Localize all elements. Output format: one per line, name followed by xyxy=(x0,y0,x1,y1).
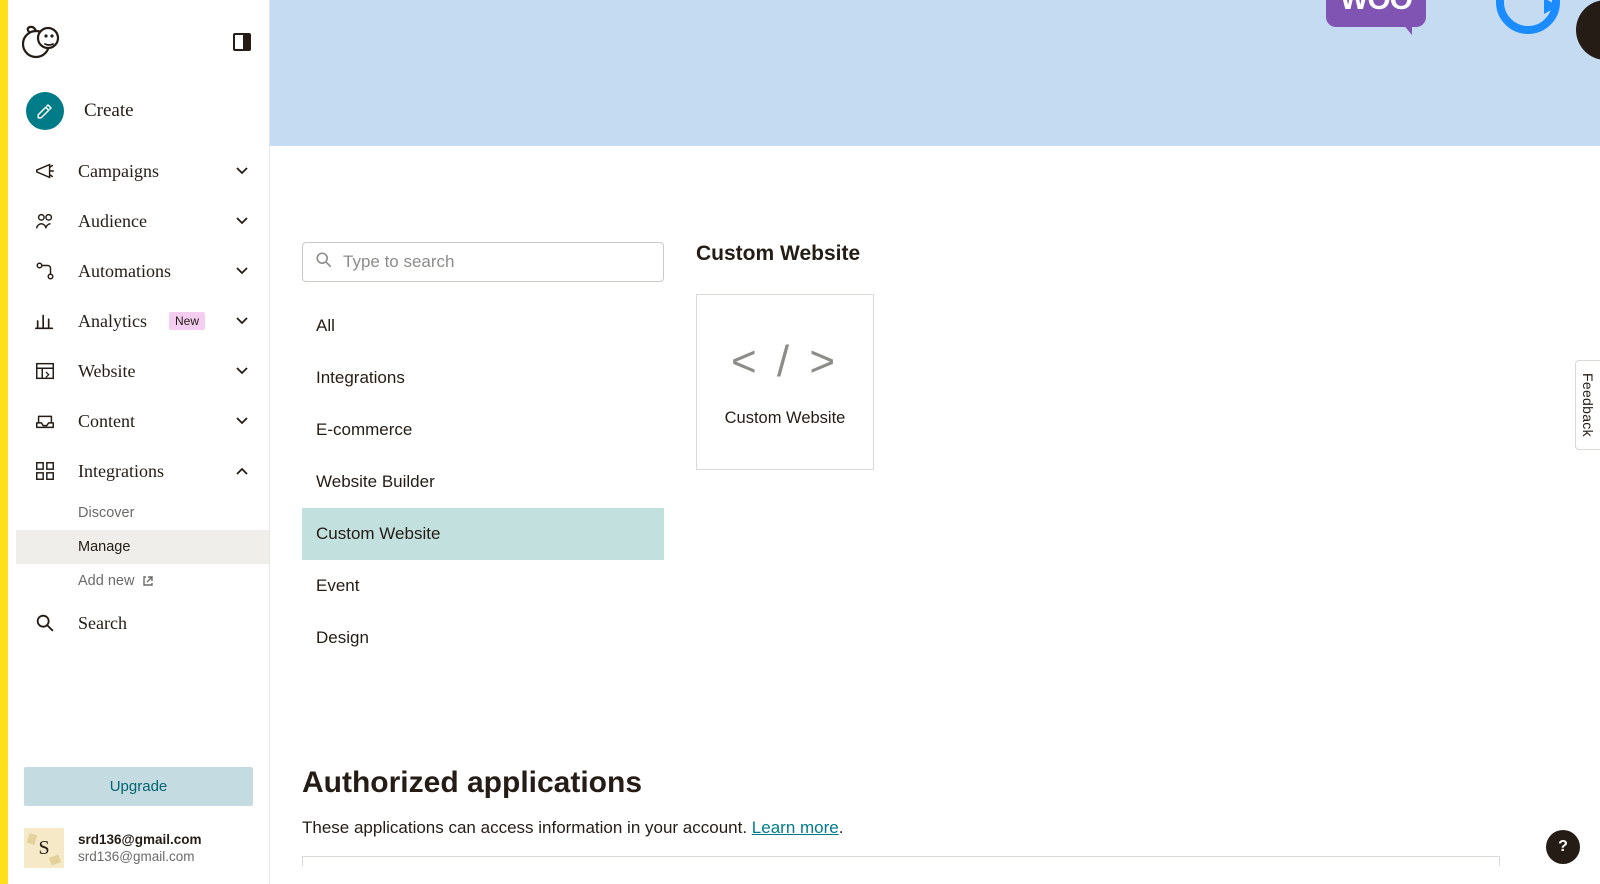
sidebar-item-integrations[interactable]: Integrations xyxy=(8,446,269,496)
chevron-down-icon xyxy=(233,262,251,280)
accent-strip xyxy=(0,0,8,884)
chevron-down-icon xyxy=(233,412,251,430)
nav-label: Content xyxy=(78,411,135,432)
woo-logo: WOO xyxy=(1326,0,1426,27)
bars-icon xyxy=(32,308,58,334)
sidebar-item-automations[interactable]: Automations xyxy=(8,246,269,296)
search-input[interactable] xyxy=(343,252,651,272)
sidebar-item-content[interactable]: Content xyxy=(8,396,269,446)
nav-label: Automations xyxy=(78,261,171,282)
create-button[interactable]: Create xyxy=(8,84,269,146)
card-label: Custom Website xyxy=(725,409,846,428)
account-menu[interactable]: S srd136@gmail.com srd136@gmail.com xyxy=(8,820,269,884)
chevron-down-icon xyxy=(233,312,251,330)
sidebar-item-analytics[interactable]: Analytics New xyxy=(8,296,269,346)
category-list: All Integrations E-commerce Website Buil… xyxy=(302,300,664,664)
pencil-icon xyxy=(26,92,64,130)
category-design[interactable]: Design xyxy=(302,612,664,664)
account-line2: srd136@gmail.com xyxy=(78,849,201,864)
collapse-sidebar-button[interactable] xyxy=(233,33,251,51)
path-icon xyxy=(32,258,58,284)
category-all[interactable]: All xyxy=(302,300,664,352)
feedback-tab[interactable]: Feedback xyxy=(1575,360,1600,450)
partner-logo-dark xyxy=(1576,0,1600,60)
sidebar-item-search[interactable]: Search xyxy=(8,598,269,648)
category-custom-website[interactable]: Custom Website xyxy=(302,508,664,560)
subnav-label: Add new xyxy=(78,573,134,589)
search-icon xyxy=(315,251,333,274)
upgrade-label: Upgrade xyxy=(110,778,168,795)
sidebar: Create Campaigns Audience xyxy=(8,0,270,884)
learn-more-link[interactable]: Learn more xyxy=(752,818,839,837)
auth-apps-table xyxy=(302,856,1500,866)
account-text: srd136@gmail.com srd136@gmail.com xyxy=(78,832,201,864)
nav-label: Integrations xyxy=(78,461,164,482)
subnav-discover[interactable]: Discover xyxy=(78,496,269,530)
subnav-add-new[interactable]: Add new xyxy=(78,564,269,598)
brand-logo[interactable] xyxy=(22,22,62,62)
hero-banner: WOO xyxy=(270,0,1600,146)
search-icon xyxy=(32,610,58,636)
subnav-label: Discover xyxy=(78,505,134,521)
layout-icon xyxy=(32,358,58,384)
auth-apps-description: These applications can access informatio… xyxy=(302,818,1500,838)
sidebar-item-audience[interactable]: Audience xyxy=(8,196,269,246)
subnav-label: Manage xyxy=(78,539,130,555)
main: WOO All Integrations E-commerce Website … xyxy=(270,0,1600,884)
nav-label: Analytics xyxy=(78,311,147,332)
integration-card-custom-website[interactable]: < / > Custom Website xyxy=(696,294,874,470)
grid-icon xyxy=(32,458,58,484)
search-box[interactable] xyxy=(302,242,664,282)
new-badge: New xyxy=(169,312,205,330)
avatar: S xyxy=(24,828,64,868)
sidebar-item-campaigns[interactable]: Campaigns xyxy=(8,146,269,196)
results-title: Custom Website xyxy=(696,242,1568,266)
category-integrations[interactable]: Integrations xyxy=(302,352,664,404)
chevron-up-icon xyxy=(233,462,251,480)
authorized-applications-section: Authorized applications These applicatio… xyxy=(302,766,1500,866)
nav-label: Search xyxy=(78,613,127,634)
tray-icon xyxy=(32,408,58,434)
code-icon: < / > xyxy=(731,337,839,387)
subnav-manage[interactable]: Manage xyxy=(16,530,269,564)
external-link-icon xyxy=(142,575,154,587)
help-button[interactable]: ? xyxy=(1546,830,1580,864)
chevron-down-icon xyxy=(233,212,251,230)
partner-logo xyxy=(1496,0,1560,34)
integrations-subnav: Discover Manage Add new xyxy=(8,496,269,598)
megaphone-icon xyxy=(32,158,58,184)
account-line1: srd136@gmail.com xyxy=(78,832,201,847)
people-icon xyxy=(32,208,58,234)
nav-label: Website xyxy=(78,361,136,382)
nav-label: Campaigns xyxy=(78,161,159,182)
category-website-builder[interactable]: Website Builder xyxy=(302,456,664,508)
auth-apps-title: Authorized applications xyxy=(302,766,1500,800)
category-event[interactable]: Event xyxy=(302,560,664,612)
chevron-down-icon xyxy=(233,362,251,380)
chevron-down-icon xyxy=(233,162,251,180)
nav-label: Create xyxy=(84,100,134,122)
category-ecommerce[interactable]: E-commerce xyxy=(302,404,664,456)
upgrade-button[interactable]: Upgrade xyxy=(24,767,253,806)
sidebar-item-website[interactable]: Website xyxy=(8,346,269,396)
nav-label: Audience xyxy=(78,211,147,232)
